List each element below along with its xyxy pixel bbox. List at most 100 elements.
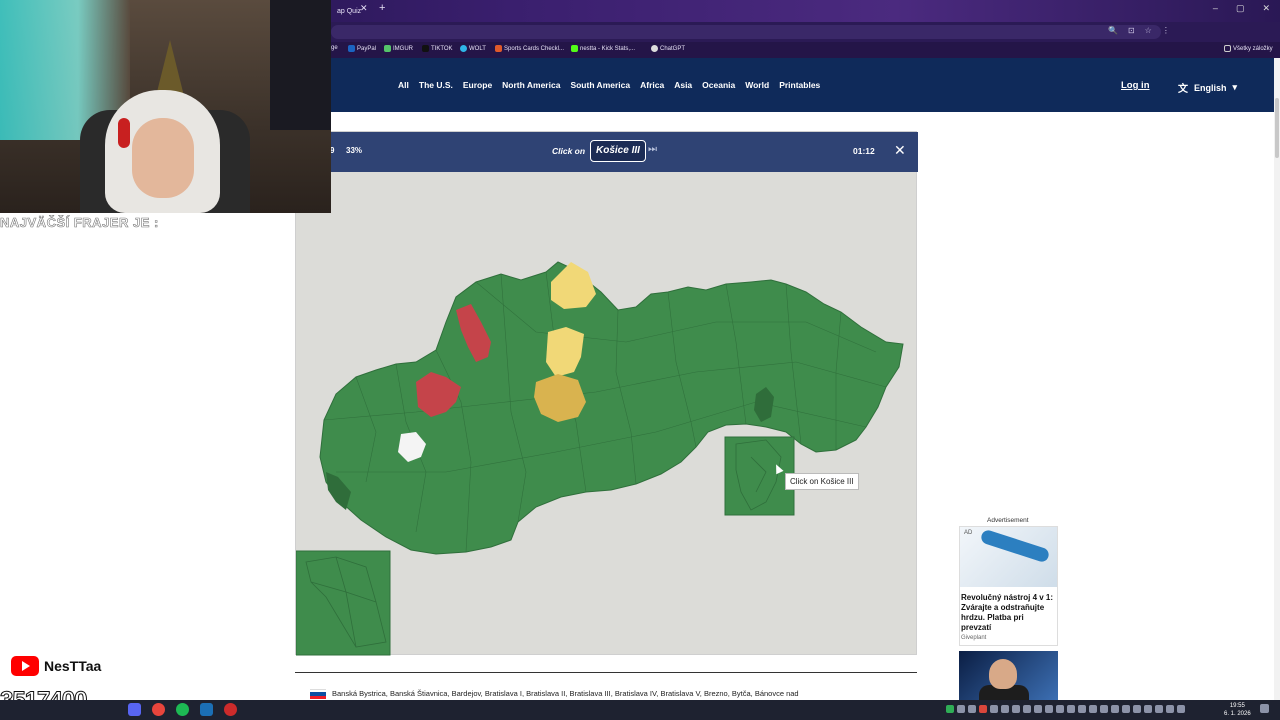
extensions-icon[interactable]: ⋮ [1162, 26, 1170, 35]
bookmark-item[interactable]: TIKTOK [422, 45, 453, 52]
login-link[interactable]: Log in [1121, 80, 1150, 91]
translate-icon: 文 [1178, 84, 1188, 95]
region-list: Banská Bystrica, Banská Štiavnica, Barde… [332, 689, 799, 698]
nav-printables[interactable]: Printables [779, 80, 820, 90]
bookmark-item[interactable]: WOLT [460, 45, 486, 52]
spotify-icon[interactable] [176, 703, 189, 716]
tray-icon[interactable] [1045, 705, 1053, 713]
map-tooltip: Click on Košice III [785, 473, 859, 490]
taskbar-apps [128, 703, 237, 716]
chatgpt-icon [651, 45, 658, 52]
tray-icon[interactable] [1144, 705, 1152, 713]
nav-south-america[interactable]: South America [570, 80, 630, 90]
nav-world[interactable]: World [745, 80, 769, 90]
tray-icon[interactable] [990, 705, 998, 713]
language-selector[interactable]: 文 English ▾ [1178, 80, 1237, 95]
tray-icon[interactable] [946, 705, 954, 713]
bookmark-item[interactable]: ChatGPT [651, 45, 685, 52]
close-icon[interactable]: ✕ [894, 142, 906, 159]
tray-icon[interactable] [1023, 705, 1031, 713]
ad-badge: AD [964, 530, 973, 536]
tray-icon[interactable] [1067, 705, 1075, 713]
ad-source: Giveplant [961, 635, 987, 641]
url-input[interactable] [331, 25, 1161, 39]
system-tray [946, 705, 1185, 713]
channel-badge: NesTTaa [7, 650, 122, 681]
ad-card-secondary[interactable] [959, 651, 1058, 700]
language-label: English [1194, 82, 1227, 93]
tray-icon[interactable] [1122, 705, 1130, 713]
tool-image [979, 528, 1051, 564]
tray-icon[interactable] [1012, 705, 1020, 713]
close-window-icon[interactable]: ✕ [1262, 3, 1270, 14]
sports-cards-icon [495, 45, 502, 52]
paypal-icon [348, 45, 355, 52]
zoom-icon[interactable]: 🔍 [1108, 26, 1118, 35]
taskbar: 19:55 6. 1. 2026 [0, 700, 1280, 720]
tray-icon[interactable] [1100, 705, 1108, 713]
tiktok-icon [422, 45, 429, 52]
window-controls: – ▢ ✕ [1213, 3, 1270, 14]
kick-icon [571, 45, 578, 52]
minimize-icon[interactable]: – [1213, 3, 1218, 14]
discord-icon[interactable] [128, 703, 141, 716]
channel-name: NesTTaa [44, 657, 102, 674]
youtube-icon [11, 655, 39, 676]
bookmark-item[interactable]: PayPal [348, 45, 376, 52]
steam-icon[interactable] [200, 703, 213, 716]
tab-close-icon[interactable]: ✕ [360, 3, 368, 14]
country-outline[interactable] [319, 261, 904, 555]
ad-card[interactable]: AD Revolučný nástroj 4 v 1: Zvárajte a o… [959, 526, 1058, 646]
tray-icon[interactable] [979, 705, 987, 713]
nav-europe[interactable]: Europe [463, 80, 492, 90]
folder-icon [1224, 45, 1231, 52]
bookmark-item[interactable]: Sports Cards Checkl... [495, 45, 564, 52]
browser-tab[interactable]: ap Quiz [331, 2, 375, 22]
tray-icon[interactable] [1034, 705, 1042, 713]
tray-icon[interactable] [1155, 705, 1163, 713]
ad-title[interactable]: Revolučný nástroj 4 v 1: Zvárajte a odst… [961, 593, 1056, 633]
inset-bratislava[interactable] [296, 550, 391, 656]
slovakia-map[interactable] [296, 172, 916, 656]
clock-date: 6. 1. 2026 [1224, 711, 1251, 717]
system-clock[interactable]: 19:55 6. 1. 2026 [1224, 702, 1251, 718]
install-icon[interactable]: ⊡ [1128, 26, 1135, 35]
clock-time: 19:55 [1229, 703, 1245, 709]
bookmark-item[interactable]: ge [331, 45, 338, 51]
inset-kosice[interactable] [724, 436, 795, 516]
nav-the-us[interactable]: The U.S. [419, 80, 453, 90]
bookmark-item[interactable]: IMGUR [384, 45, 413, 52]
bookmark-item[interactable]: nestta - Kick Stats,... [571, 45, 635, 52]
tray-icon[interactable] [1166, 705, 1174, 713]
nav-africa[interactable]: Africa [640, 80, 664, 90]
page-scrollbar[interactable] [1274, 58, 1280, 700]
maximize-icon[interactable]: ▢ [1236, 3, 1245, 14]
nav-asia[interactable]: Asia [674, 80, 692, 90]
nav-oceania[interactable]: Oceania [702, 80, 735, 90]
progress-percent: 33% [346, 146, 363, 155]
ad-label: Advertisement [987, 517, 1029, 524]
nav-north-america[interactable]: North America [502, 80, 560, 90]
chrome-icon[interactable] [152, 703, 165, 716]
stream-overlay-text: NAJVÄČŠÍ FRAJER JE : [0, 215, 159, 231]
tray-icon[interactable] [1133, 705, 1141, 713]
click-on-label: Click on [552, 146, 586, 156]
star-icon[interactable]: ☆ [1145, 26, 1152, 35]
all-bookmarks[interactable]: Všetky záložky [1224, 45, 1273, 52]
tray-icon[interactable] [1111, 705, 1119, 713]
ad-image[interactable] [960, 527, 1057, 587]
tray-icon[interactable] [1177, 705, 1185, 713]
imgur-icon [384, 45, 391, 52]
obs-icon[interactable] [224, 703, 237, 716]
tray-icon[interactable] [957, 705, 965, 713]
tray-icon[interactable] [1078, 705, 1086, 713]
tray-icon[interactable] [1056, 705, 1064, 713]
notifications-icon[interactable] [1260, 704, 1269, 713]
new-tab-icon[interactable]: + [379, 2, 385, 14]
tray-icon[interactable] [968, 705, 976, 713]
tray-icon[interactable] [1001, 705, 1009, 713]
scroll-thumb[interactable] [1275, 98, 1279, 158]
tray-icon[interactable] [1089, 705, 1097, 713]
skip-icon[interactable]: ⏭ [648, 144, 657, 155]
nav-all[interactable]: All [398, 80, 409, 90]
